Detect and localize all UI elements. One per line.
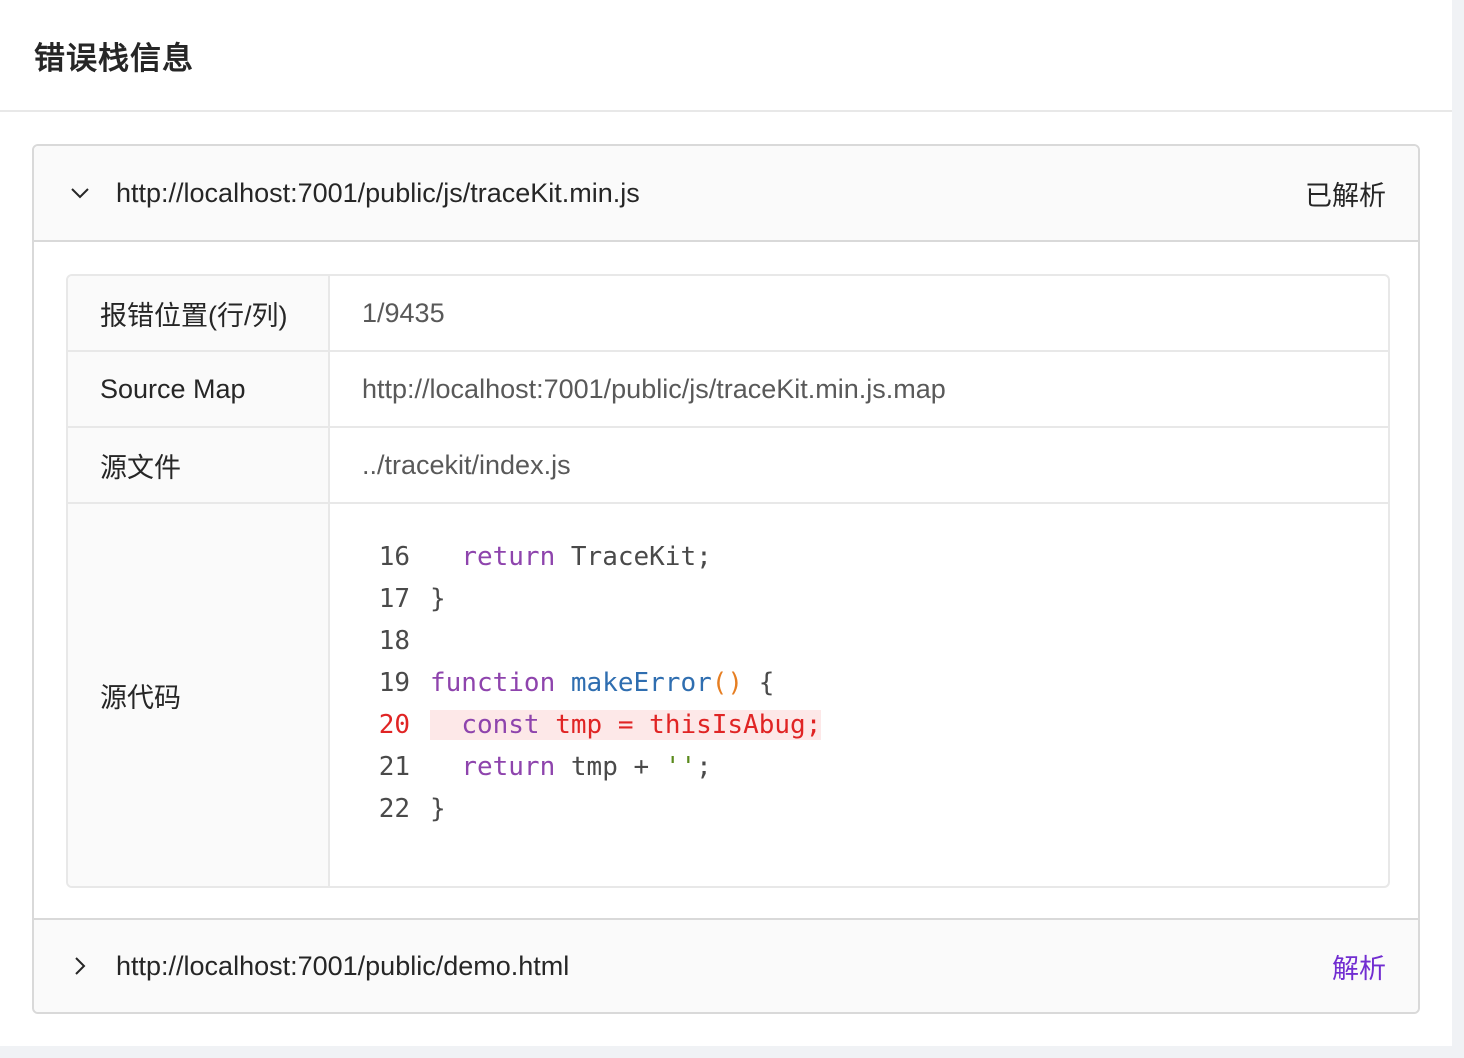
code-text: }: [430, 584, 446, 614]
line-number: 18: [378, 626, 410, 656]
stack-frame-header-2[interactable]: http://localhost:7001/public/demo.html 解…: [34, 918, 1418, 1012]
code-line: 17}: [376, 578, 821, 620]
stack-frame-header-1[interactable]: http://localhost:7001/public/js/traceKit…: [34, 146, 1418, 240]
code-text: return TraceKit;: [461, 542, 712, 572]
position-label: 报错位置(行/列): [68, 276, 330, 350]
sourcemap-label: Source Map: [68, 352, 330, 426]
code-line: 18: [376, 620, 821, 662]
sourcemap-value: http://localhost:7001/public/js/traceKit…: [362, 373, 946, 404]
code-text: return tmp + '';: [461, 752, 712, 782]
chevron-down-icon[interactable]: [68, 181, 92, 205]
source-code-block: 16 return TraceKit; 17} 18 19 function makeE…: [330, 504, 1388, 886]
table-row: 源代码 16 return TraceKit; 17} 18 19 function m…: [68, 502, 1388, 886]
source-file-value: ../tracekit/index.js: [362, 449, 571, 480]
source-file-label: 源文件: [68, 428, 330, 502]
chevron-right-icon[interactable]: [68, 954, 92, 978]
stack-collapse: http://localhost:7001/public/js/traceKit…: [32, 144, 1420, 1014]
parse-button[interactable]: 解析: [1332, 947, 1386, 986]
code-text: function makeError() {: [430, 668, 775, 698]
code-line: 22}: [376, 788, 821, 830]
code-line: 16 return TraceKit;: [376, 536, 821, 578]
parsed-status-label: 已解析: [1305, 180, 1386, 211]
line-number: 19: [378, 668, 410, 698]
line-number: 16: [378, 542, 410, 572]
table-row: Source Map http://localhost:7001/public/…: [68, 350, 1388, 426]
card-header: 错误栈信息: [0, 0, 1452, 112]
line-number: 20: [378, 710, 410, 740]
code-text: const tmp = thisIsAbug;: [430, 710, 822, 740]
source-code-label: 源代码: [68, 504, 330, 886]
stack-frame-url: http://localhost:7001/public/demo.html: [116, 950, 570, 981]
error-code-line: 20 const tmp = thisIsAbug;: [376, 704, 822, 746]
code-text: }: [430, 794, 446, 824]
error-stack-card: 错误栈信息 http://localhost:7001/public/js/tr…: [0, 0, 1452, 1046]
stack-frame-url: http://localhost:7001/public/js/traceKit…: [116, 177, 640, 208]
line-number: 21: [378, 752, 410, 782]
code-line: 21 return tmp + '';: [376, 746, 821, 788]
frame-details-table: 报错位置(行/列) 1/9435 Source Map http://local…: [66, 274, 1390, 888]
card-title: 错误栈信息: [34, 40, 194, 76]
line-number: 17: [378, 584, 410, 614]
stack-frame-body-1: 报错位置(行/列) 1/9435 Source Map http://local…: [34, 240, 1418, 918]
position-value: 1/9435: [362, 297, 445, 328]
table-row: 源文件 ../tracekit/index.js: [68, 426, 1388, 502]
table-row: 报错位置(行/列) 1/9435: [68, 276, 1388, 350]
line-number: 22: [378, 794, 410, 824]
code-line: 19 function makeError() {: [376, 662, 821, 704]
code-lines: 16 return TraceKit; 17} 18 19 function makeE…: [376, 536, 822, 830]
